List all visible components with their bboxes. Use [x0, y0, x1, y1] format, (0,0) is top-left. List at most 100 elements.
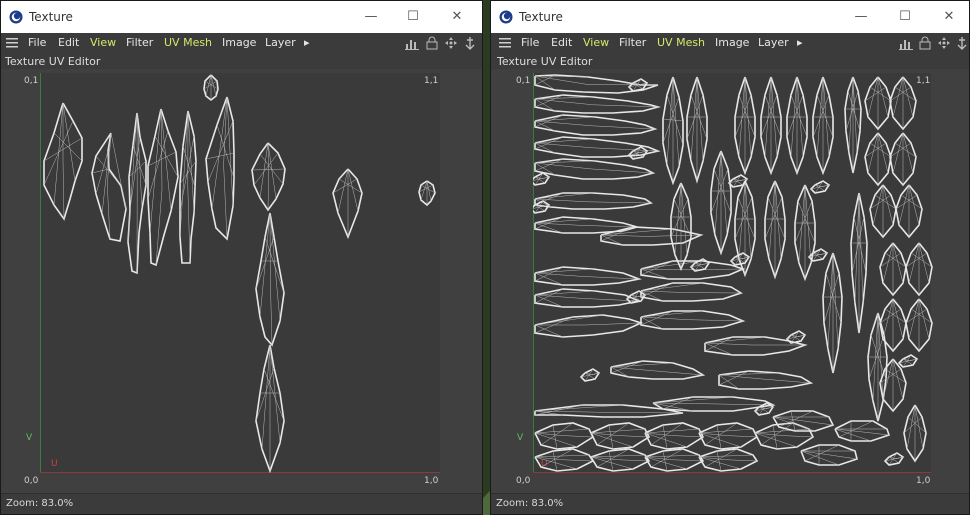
status-bar: Zoom: 83.0%	[491, 493, 969, 514]
close-button[interactable]: ✕	[443, 7, 471, 27]
uv-island	[579, 368, 601, 382]
v-axis-label: V	[26, 433, 33, 443]
histogram-icon[interactable]	[899, 36, 913, 50]
cinema4d-app-icon	[499, 10, 513, 24]
uv-island	[794, 184, 816, 282]
status-bar: Zoom: 83.0%	[1, 493, 482, 514]
uv-island	[670, 182, 692, 272]
corner-label-top-left: 0,1	[24, 76, 39, 86]
title-bar[interactable]: Texture — ☐ ✕	[491, 1, 969, 33]
menu-image[interactable]: Image	[222, 36, 256, 49]
uv-area[interactable]: 0,1 1,1 0,0 1,0 V U	[516, 73, 933, 486]
menu-image[interactable]: Image	[715, 36, 749, 49]
histogram-icon[interactable]	[405, 36, 419, 50]
cinema4d-app-icon	[9, 10, 23, 24]
uv-island	[640, 310, 746, 330]
uv-island	[698, 448, 759, 472]
uv-island	[590, 448, 651, 472]
uv-island	[879, 242, 907, 297]
menu-uv-mesh[interactable]: UV Mesh	[164, 36, 212, 49]
uv-island	[534, 158, 656, 180]
menu-bar: File Edit View Filter UV Mesh Image Laye…	[491, 33, 969, 53]
anchor-icon[interactable]	[463, 36, 477, 50]
uv-island	[205, 96, 235, 241]
zoom-readout: Zoom: 83.0%	[6, 498, 74, 509]
uv-island	[897, 354, 919, 368]
title-bar[interactable]: Texture — ☐ ✕	[1, 1, 482, 33]
minimize-button[interactable]: —	[847, 7, 875, 27]
window-title: Texture	[29, 10, 73, 24]
uv-island	[785, 330, 807, 344]
minimize-button[interactable]: —	[357, 7, 385, 27]
hamburger-menu-icon[interactable]	[499, 37, 511, 49]
menu-file[interactable]: File	[521, 36, 539, 49]
uv-island	[729, 252, 751, 266]
uv-island	[718, 370, 814, 390]
uv-island	[772, 410, 835, 432]
menu-uv-mesh[interactable]: UV Mesh	[657, 36, 705, 49]
hamburger-menu-icon[interactable]	[6, 37, 18, 49]
uv-area[interactable]: 0,1 1,1 0,0 1,0 V U	[24, 73, 440, 486]
menu-filter[interactable]: Filter	[619, 36, 646, 49]
uv-island	[640, 260, 746, 280]
corner-label-bottom-left: 0,0	[516, 476, 531, 486]
maximize-button[interactable]: ☐	[891, 7, 919, 27]
uv-viewport[interactable]: 0,1 1,1 0,0 1,0 V U	[491, 69, 969, 493]
uv-island	[534, 448, 595, 472]
uv-island	[850, 192, 868, 334]
uv-island	[686, 76, 708, 184]
uv-island	[534, 314, 644, 338]
menu-more-arrow[interactable]: ▸	[304, 36, 310, 49]
uv-island	[534, 422, 595, 450]
uv-island	[533, 172, 551, 186]
uv-island	[652, 396, 776, 412]
uv-island	[534, 94, 662, 114]
uv-island	[822, 252, 843, 374]
uv-island	[754, 422, 815, 450]
uv-island	[332, 168, 363, 240]
uv-island	[534, 114, 658, 136]
menu-view[interactable]: View	[583, 36, 609, 49]
uv-island	[627, 146, 649, 160]
corner-label-bottom-right: 1,0	[424, 476, 439, 486]
menu-more-arrow[interactable]: ▸	[797, 36, 803, 49]
uv-viewport[interactable]: 0,1 1,1 0,0 1,0 V U	[1, 69, 482, 493]
uv-island	[610, 360, 706, 380]
uv-island	[864, 76, 892, 131]
uv-island	[864, 132, 892, 187]
anchor-icon[interactable]	[955, 36, 969, 50]
menu-view[interactable]: View	[90, 36, 116, 49]
menu-file[interactable]: File	[28, 36, 46, 49]
texture-window-left: Texture — ☐ ✕ File Edit View Filter UV M…	[0, 0, 483, 515]
uv-island	[786, 76, 808, 176]
v-axis-label: V	[517, 433, 524, 443]
uv-island	[895, 184, 923, 239]
uv-island	[883, 452, 905, 466]
uv-island	[534, 192, 654, 210]
menu-layer[interactable]: Layer	[265, 36, 296, 49]
close-button[interactable]: ✕	[935, 7, 963, 27]
uv-island	[704, 336, 808, 356]
uv-island	[590, 422, 651, 450]
menu-layer[interactable]: Layer	[758, 36, 789, 49]
uv-island	[879, 298, 907, 353]
uv-island	[812, 76, 834, 176]
uv-island	[734, 76, 756, 176]
uv-island	[255, 344, 285, 473]
uv-island	[534, 288, 642, 308]
window-title: Texture	[519, 10, 563, 24]
uv-island	[764, 180, 786, 280]
corner-label-bottom-right: 1,0	[916, 476, 931, 486]
menu-edit[interactable]: Edit	[58, 36, 79, 49]
move-icon[interactable]	[444, 36, 458, 50]
move-icon[interactable]	[937, 36, 951, 50]
maximize-button[interactable]: ☐	[399, 7, 427, 27]
uv-island	[43, 102, 83, 221]
lock-icon[interactable]	[425, 36, 439, 50]
corner-label-top-left: 0,1	[516, 76, 531, 86]
menu-filter[interactable]: Filter	[126, 36, 153, 49]
uv-island	[251, 142, 286, 212]
uv-island	[760, 76, 782, 176]
menu-edit[interactable]: Edit	[551, 36, 572, 49]
lock-icon[interactable]	[918, 36, 932, 50]
